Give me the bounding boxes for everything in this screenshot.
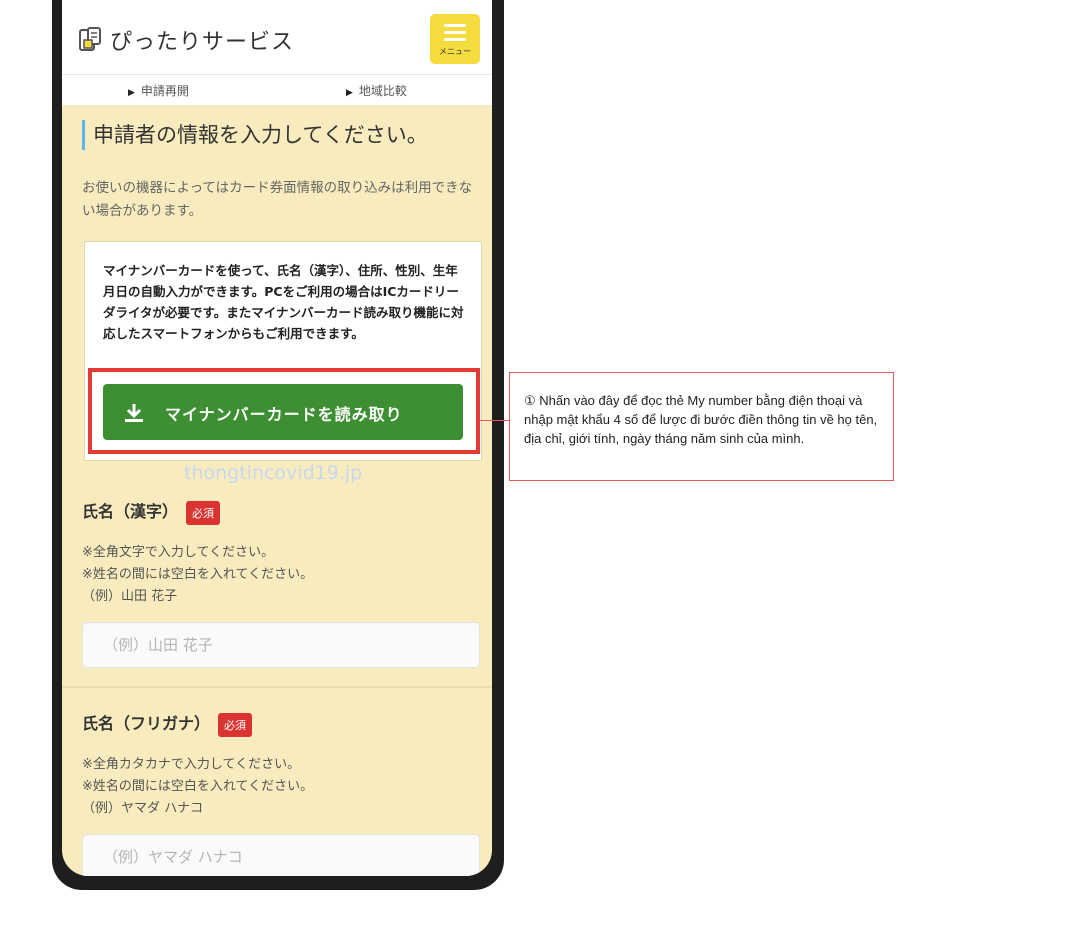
app-title[interactable]: ぴったりサービス	[110, 24, 294, 56]
mynumber-card-description: マイナンバーカードを使って、氏名（漢字）、住所、性別、生年月日の自動入力ができま…	[103, 263, 464, 341]
subnav-resume-application[interactable]: ▶ 申請再開	[128, 82, 189, 99]
subnav-label: 地域比較	[358, 84, 407, 98]
required-badge: 必須	[186, 500, 221, 525]
annotation-highlight-box	[88, 368, 480, 454]
annotation-connector-line	[480, 420, 510, 421]
name-furigana-input[interactable]	[82, 834, 480, 876]
hamburger-icon	[430, 14, 480, 41]
name-kanji-help: ※全角文字で入力してください。 ※姓名の間には空白を入れてください。 （例）山田…	[82, 542, 313, 608]
section-divider	[62, 686, 492, 688]
required-badge: 必須	[218, 712, 253, 737]
menu-button[interactable]: メニュー	[430, 14, 480, 64]
device-notice: お使いの機器によってはカード券面情報の取り込みは利用できない場合があります。	[82, 180, 473, 219]
name-kanji-label-text: 氏名（漢字）	[82, 502, 179, 521]
watermark: thongtincovid19.jp	[184, 462, 363, 484]
help-line: （例）山田 花子	[82, 589, 178, 604]
section-heading: 申請者の情報を入力してください。	[82, 120, 428, 150]
name-furigana-label: 氏名（フリガナ） 必須	[82, 710, 253, 737]
help-line: ※姓名の間には空白を入れてください。	[82, 567, 314, 582]
sub-navigation: ▶ 申請再開 ▶ 地域比較	[62, 74, 492, 105]
subnav-label: 申請再開	[140, 84, 189, 98]
app-header: ぴったりサービス メニュー	[62, 0, 492, 74]
subnav-region-compare[interactable]: ▶ 地域比較	[346, 82, 407, 99]
triangle-right-icon: ▶	[346, 88, 353, 98]
triangle-right-icon: ▶	[128, 88, 135, 98]
name-furigana-help: ※全角カタカナで入力してください。 ※姓名の間には空白を入れてください。 （例）…	[82, 754, 313, 820]
name-furigana-label-text: 氏名（フリガナ）	[82, 714, 211, 733]
help-line: ※全角文字で入力してください。	[82, 545, 275, 560]
name-kanji-input[interactable]	[82, 622, 480, 668]
annotation-callout: ① Nhấn vào đây để đọc thẻ My number bằng…	[509, 372, 894, 481]
service-logo-icon	[79, 27, 101, 51]
help-line: ※姓名の間には空白を入れてください。	[82, 779, 314, 794]
name-kanji-label: 氏名（漢字） 必須	[82, 498, 221, 525]
help-line: （例）ヤマダ ハナコ	[82, 801, 204, 816]
menu-button-label: メニュー	[439, 47, 471, 56]
help-line: ※全角カタカナで入力してください。	[82, 757, 301, 772]
